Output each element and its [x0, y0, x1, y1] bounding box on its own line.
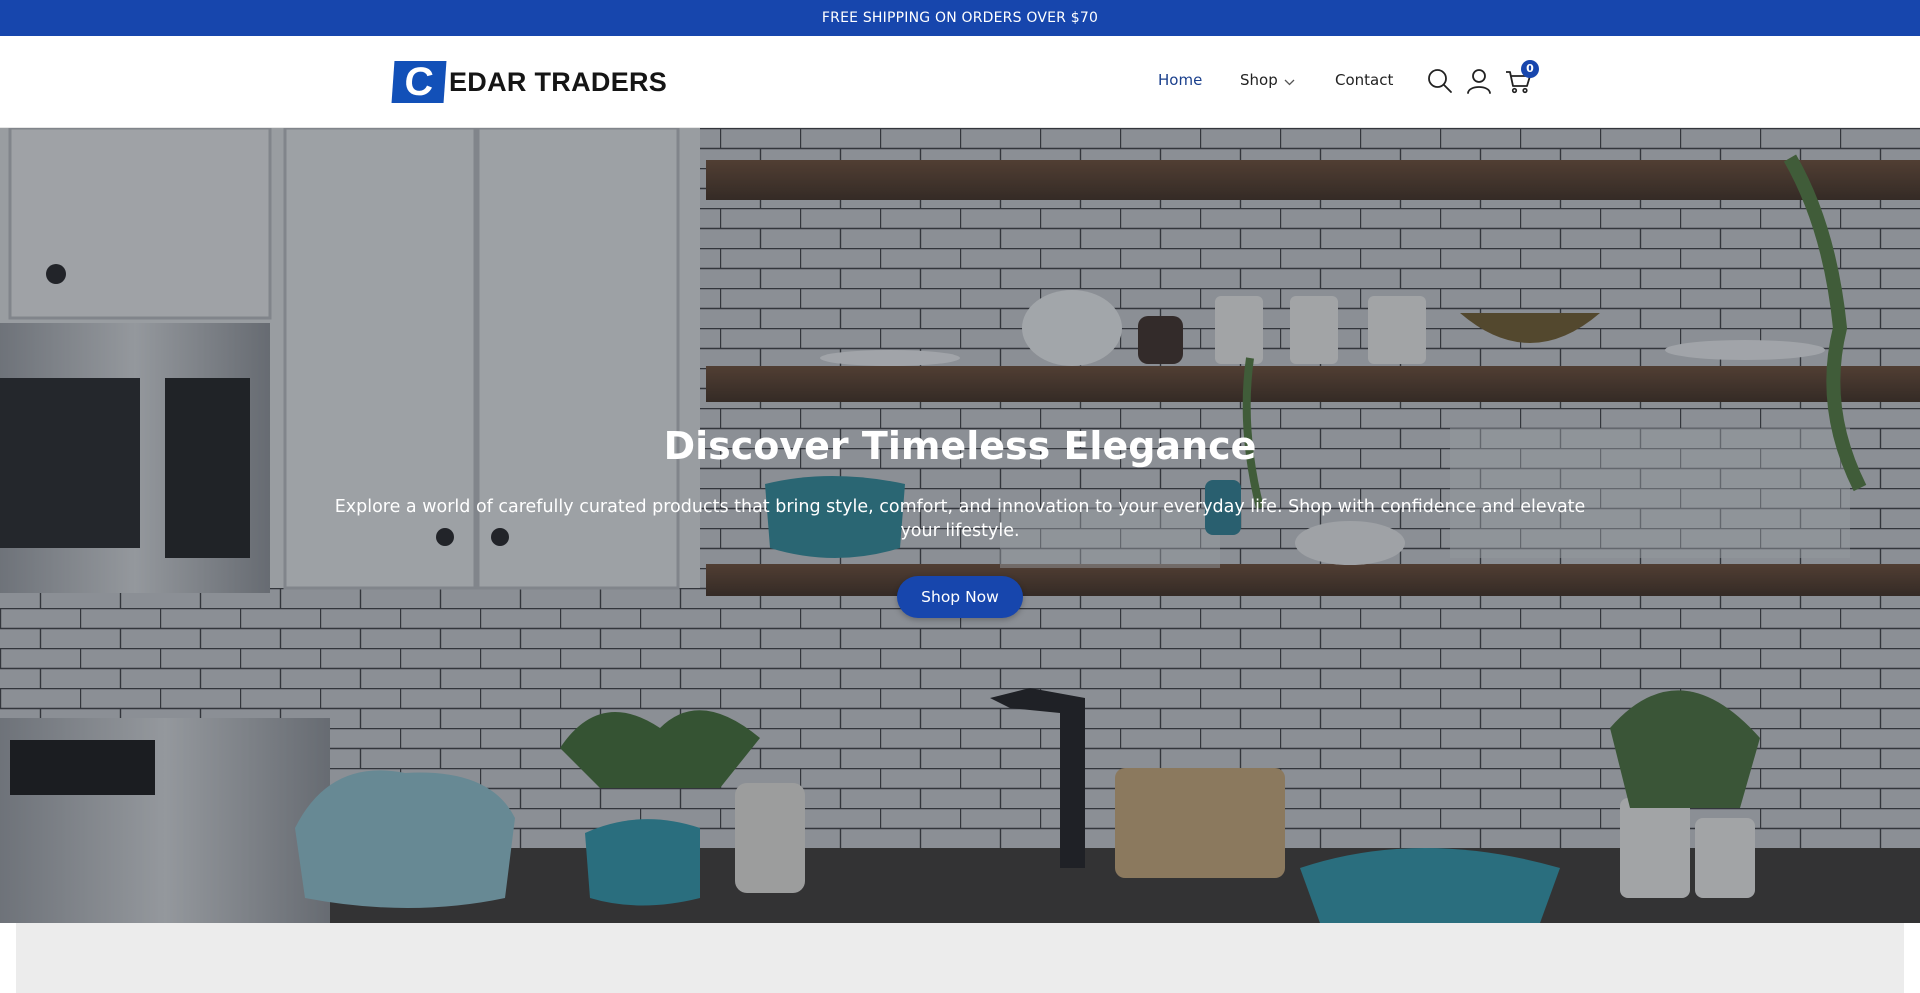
- hero-banner: Discover Timeless Elegance Explore a wor…: [0, 128, 1920, 923]
- cart-count-badge: 0: [1521, 60, 1539, 78]
- brand-logo[interactable]: C EDAR TRADERS: [391, 60, 668, 104]
- cart-button[interactable]: 0: [1504, 60, 1539, 95]
- nav-contact[interactable]: Contact: [1335, 71, 1393, 89]
- site-header: C EDAR TRADERS Home Shop Contact 0: [0, 36, 1920, 128]
- search-icon[interactable]: [1426, 67, 1454, 95]
- announcement-text: FREE SHIPPING ON ORDERS OVER $70: [821, 10, 1099, 26]
- nav-shop-label: Shop: [1240, 71, 1278, 89]
- chevron-down-icon: [1284, 72, 1295, 90]
- user-icon[interactable]: [1465, 67, 1493, 95]
- logo-mark: C: [391, 60, 447, 104]
- next-section-panel: [16, 923, 1904, 993]
- cart-icon: [1504, 71, 1532, 99]
- nav-home[interactable]: Home: [1158, 71, 1202, 89]
- logo-wordmark: EDAR TRADERS: [449, 66, 668, 97]
- hero-subtitle: Explore a world of carefully curated pro…: [334, 497, 1586, 541]
- shop-now-button[interactable]: Shop Now: [897, 576, 1023, 618]
- nav-shop[interactable]: Shop: [1240, 71, 1295, 90]
- hero-title: Discover Timeless Elegance: [663, 424, 1257, 468]
- next-section: [0, 923, 1920, 993]
- announcement-bar: FREE SHIPPING ON ORDERS OVER $70: [0, 0, 1920, 36]
